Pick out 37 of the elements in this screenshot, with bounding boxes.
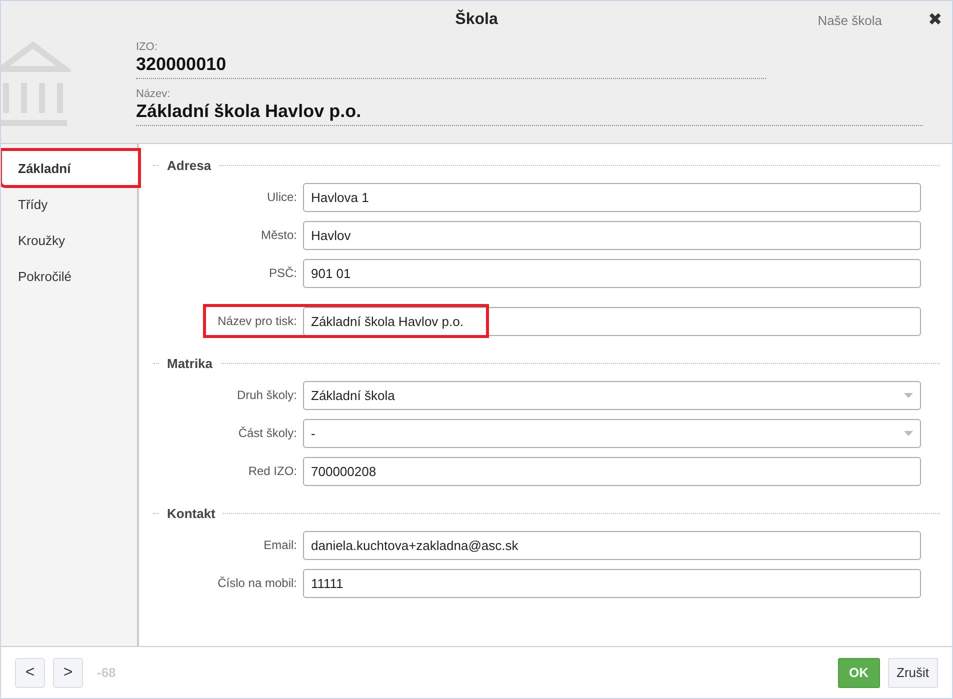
sidebar-item[interactable]: Pokročilé [1, 258, 137, 294]
input-field[interactable]: 11111 [303, 568, 921, 598]
sidebar-item[interactable]: Třídy [1, 186, 137, 222]
sidebar-item[interactable]: Kroužky [1, 222, 137, 258]
field-label: Druh školy: [236, 388, 297, 402]
dropdown-field[interactable]: - [303, 418, 921, 448]
input-field[interactable]: 700000208 [303, 456, 921, 486]
input-field[interactable]: Havlova 1 [303, 182, 921, 212]
caret-icon [904, 430, 913, 436]
field-label: Část školy: [238, 426, 297, 440]
sidebar-item[interactable]: Základní [1, 150, 139, 186]
next-button[interactable]: > [53, 658, 83, 688]
header-value: 320000010 [136, 54, 228, 75]
input-field[interactable]: Havlov [303, 220, 921, 250]
field-label: Red IZO: [248, 464, 297, 478]
dropdown-field[interactable]: Základní škola [303, 380, 921, 410]
header-label: IZO: [136, 41, 158, 53]
header-label: Název: [136, 88, 172, 100]
window-title: Škola [455, 11, 498, 29]
previous-button[interactable]: < [15, 658, 45, 688]
cancel-button[interactable]: Zrušit [888, 658, 938, 688]
input-field[interactable]: Základní škola Havlov p.o. [303, 306, 921, 336]
field-label: Číslo na mobil: [218, 576, 297, 590]
input-field[interactable]: 901 01 [303, 258, 921, 288]
header-value: Základní škola Havlov p.o. [136, 101, 362, 122]
field-label: PSČ: [268, 266, 297, 280]
section-title: Adresa [167, 158, 212, 172]
caret-icon [904, 392, 913, 398]
section-title: Kontakt [167, 506, 216, 520]
field-label: Název pro tisk: [218, 314, 297, 328]
field-label: Město: [260, 228, 297, 242]
field-label: Email: [264, 538, 297, 552]
field-label: Ulice: [266, 190, 297, 204]
close-button[interactable]: ✖ [924, 9, 946, 30]
context-label: Naše škola [818, 13, 882, 28]
input-field[interactable]: daniela.kuchtova+zakladna@asc.sk [303, 530, 921, 560]
section-title: Matrika [167, 356, 213, 370]
